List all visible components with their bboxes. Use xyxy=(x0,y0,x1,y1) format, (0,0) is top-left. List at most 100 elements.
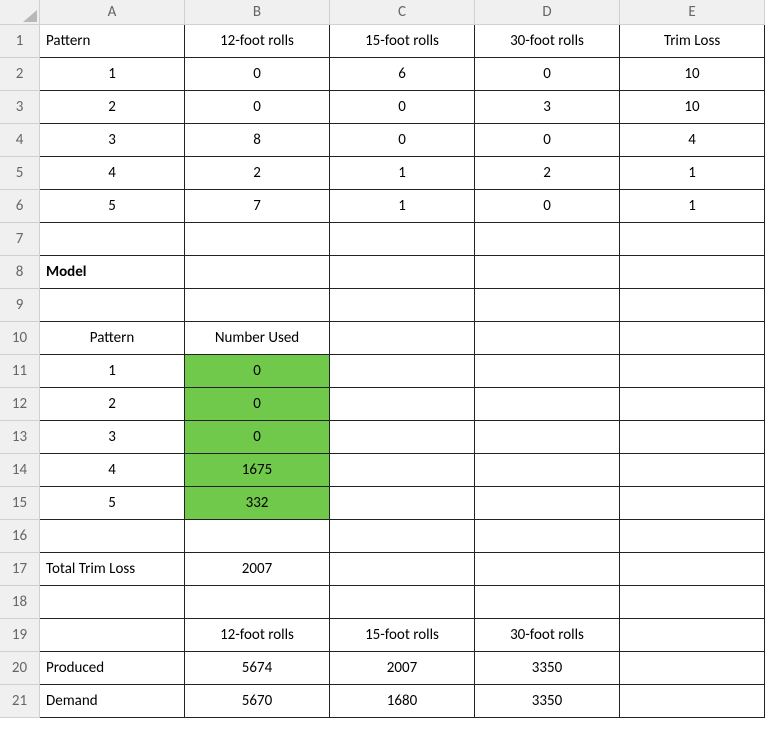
cell-D4[interactable]: 0 xyxy=(475,124,620,157)
cell-D18[interactable] xyxy=(475,586,620,619)
cell-D13[interactable] xyxy=(475,421,620,454)
cell-A15[interactable]: 5 xyxy=(40,487,185,520)
cell-A14[interactable]: 4 xyxy=(40,454,185,487)
cell-D2[interactable]: 0 xyxy=(475,58,620,91)
row-header-5[interactable]: 5 xyxy=(0,157,40,190)
cell-B19[interactable]: 12-foot rolls xyxy=(185,619,330,652)
cell-E21[interactable] xyxy=(620,685,765,718)
row-header-14[interactable]: 14 xyxy=(0,454,40,487)
row-header-17[interactable]: 17 xyxy=(0,553,40,586)
cell-D10[interactable] xyxy=(475,322,620,355)
cell-B18[interactable] xyxy=(185,586,330,619)
cell-E8[interactable] xyxy=(620,256,765,289)
cell-A13[interactable]: 3 xyxy=(40,421,185,454)
cell-C10[interactable] xyxy=(330,322,475,355)
cell-D19[interactable]: 30-foot rolls xyxy=(475,619,620,652)
row-header-19[interactable]: 19 xyxy=(0,619,40,652)
cell-B9[interactable] xyxy=(185,289,330,322)
cell-C3[interactable]: 0 xyxy=(330,91,475,124)
cell-E20[interactable] xyxy=(620,652,765,685)
cell-A1[interactable]: Pattern xyxy=(40,25,185,58)
cell-C11[interactable] xyxy=(330,355,475,388)
cell-E10[interactable] xyxy=(620,322,765,355)
row-header-7[interactable]: 7 xyxy=(0,223,40,256)
cell-D15[interactable] xyxy=(475,487,620,520)
cell-C8[interactable] xyxy=(330,256,475,289)
row-header-3[interactable]: 3 xyxy=(0,91,40,124)
cell-A6[interactable]: 5 xyxy=(40,190,185,223)
cell-E12[interactable] xyxy=(620,388,765,421)
cell-D12[interactable] xyxy=(475,388,620,421)
cell-B12[interactable]: 0 xyxy=(185,388,330,421)
cell-D14[interactable] xyxy=(475,454,620,487)
cell-A21[interactable]: Demand xyxy=(40,685,185,718)
col-header-C[interactable]: C xyxy=(330,0,475,25)
cell-C19[interactable]: 15-foot rolls xyxy=(330,619,475,652)
cell-C21[interactable]: 1680 xyxy=(330,685,475,718)
cell-E16[interactable] xyxy=(620,520,765,553)
col-header-D[interactable]: D xyxy=(475,0,620,25)
cell-B15[interactable]: 332 xyxy=(185,487,330,520)
cell-B5[interactable]: 2 xyxy=(185,157,330,190)
cell-A3[interactable]: 2 xyxy=(40,91,185,124)
row-header-10[interactable]: 10 xyxy=(0,322,40,355)
cell-D11[interactable] xyxy=(475,355,620,388)
row-header-6[interactable]: 6 xyxy=(0,190,40,223)
cell-D7[interactable] xyxy=(475,223,620,256)
cell-B8[interactable] xyxy=(185,256,330,289)
row-header-21[interactable]: 21 xyxy=(0,685,40,718)
cell-A16[interactable] xyxy=(40,520,185,553)
cell-B6[interactable]: 7 xyxy=(185,190,330,223)
cell-E6[interactable]: 1 xyxy=(620,190,765,223)
cell-E3[interactable]: 10 xyxy=(620,91,765,124)
cell-E2[interactable]: 10 xyxy=(620,58,765,91)
cell-B3[interactable]: 0 xyxy=(185,91,330,124)
cell-A9[interactable] xyxy=(40,289,185,322)
cell-B1[interactable]: 12-foot rolls xyxy=(185,25,330,58)
cell-B2[interactable]: 0 xyxy=(185,58,330,91)
row-header-1[interactable]: 1 xyxy=(0,25,40,58)
cell-E7[interactable] xyxy=(620,223,765,256)
cell-D1[interactable]: 30-foot rolls xyxy=(475,25,620,58)
cell-E15[interactable] xyxy=(620,487,765,520)
row-header-20[interactable]: 20 xyxy=(0,652,40,685)
spreadsheet[interactable]: A B C D E 1 Pattern 12-foot rolls 15-foo… xyxy=(0,0,767,718)
cell-E17[interactable] xyxy=(620,553,765,586)
cell-A8[interactable]: Model xyxy=(40,256,185,289)
row-header-9[interactable]: 9 xyxy=(0,289,40,322)
cell-C16[interactable] xyxy=(330,520,475,553)
cell-D20[interactable]: 3350 xyxy=(475,652,620,685)
row-header-13[interactable]: 13 xyxy=(0,421,40,454)
cell-D17[interactable] xyxy=(475,553,620,586)
cell-B13[interactable]: 0 xyxy=(185,421,330,454)
cell-E5[interactable]: 1 xyxy=(620,157,765,190)
cell-C20[interactable]: 2007 xyxy=(330,652,475,685)
cell-C2[interactable]: 6 xyxy=(330,58,475,91)
cell-B20[interactable]: 5674 xyxy=(185,652,330,685)
cell-A7[interactable] xyxy=(40,223,185,256)
cell-C18[interactable] xyxy=(330,586,475,619)
row-header-18[interactable]: 18 xyxy=(0,586,40,619)
row-header-8[interactable]: 8 xyxy=(0,256,40,289)
cell-C13[interactable] xyxy=(330,421,475,454)
cell-E4[interactable]: 4 xyxy=(620,124,765,157)
cell-A20[interactable]: Produced xyxy=(40,652,185,685)
cell-D16[interactable] xyxy=(475,520,620,553)
cell-E18[interactable] xyxy=(620,586,765,619)
cell-C15[interactable] xyxy=(330,487,475,520)
cell-A10[interactable]: Pattern xyxy=(40,322,185,355)
cell-A2[interactable]: 1 xyxy=(40,58,185,91)
cell-A4[interactable]: 3 xyxy=(40,124,185,157)
cell-D6[interactable]: 0 xyxy=(475,190,620,223)
cell-E13[interactable] xyxy=(620,421,765,454)
cell-E19[interactable] xyxy=(620,619,765,652)
row-header-15[interactable]: 15 xyxy=(0,487,40,520)
cell-D3[interactable]: 3 xyxy=(475,91,620,124)
cell-B11[interactable]: 0 xyxy=(185,355,330,388)
cell-C4[interactable]: 0 xyxy=(330,124,475,157)
cell-D21[interactable]: 3350 xyxy=(475,685,620,718)
cell-A12[interactable]: 2 xyxy=(40,388,185,421)
select-all-corner[interactable] xyxy=(0,0,40,25)
cell-B21[interactable]: 5670 xyxy=(185,685,330,718)
cell-A18[interactable] xyxy=(40,586,185,619)
